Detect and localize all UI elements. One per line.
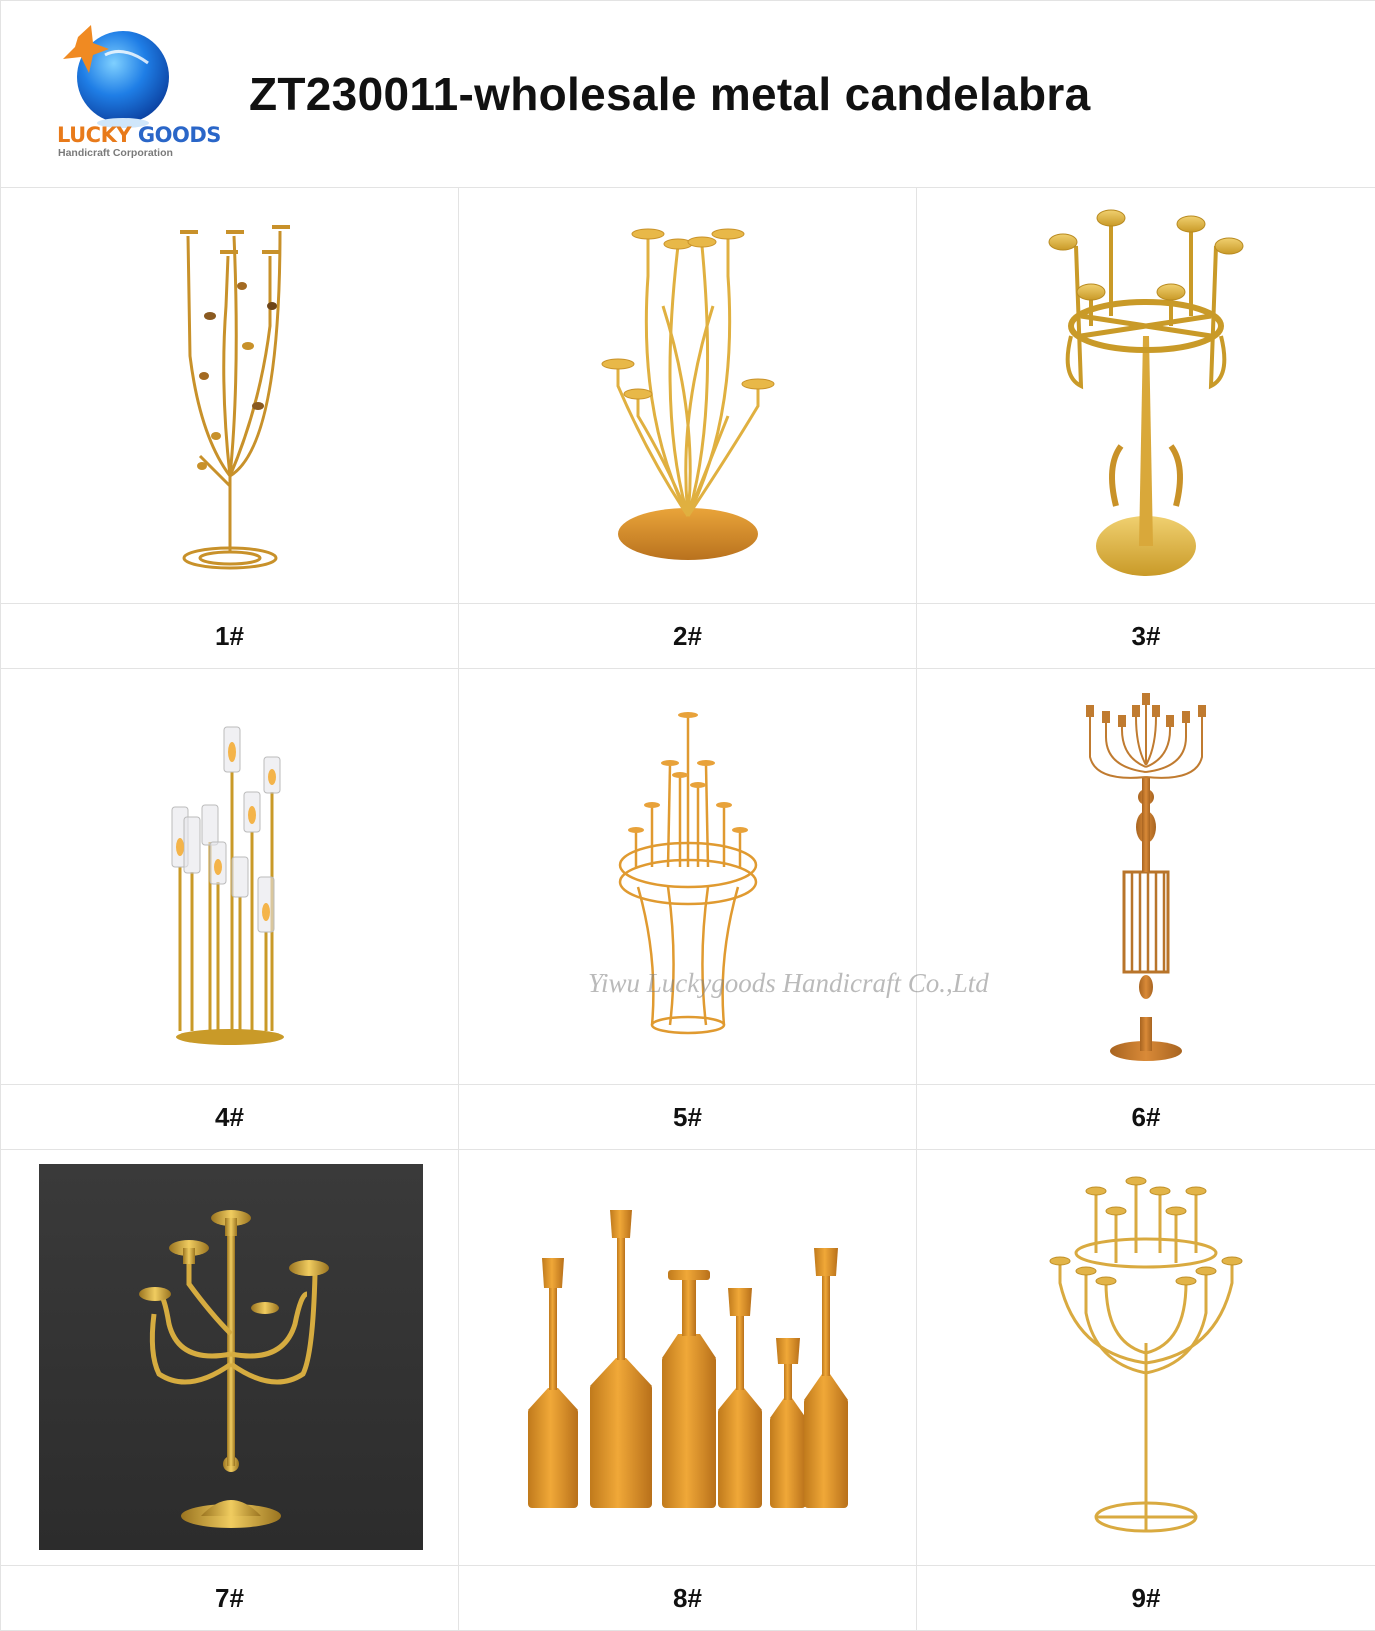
product-label-2: 2# xyxy=(459,604,917,669)
product-image-5 xyxy=(459,669,917,1085)
product-label-8: 8# xyxy=(459,1566,917,1631)
header: LUCKY GOODS Handicraft Corporation ZT230… xyxy=(1,1,1375,188)
product-image-9 xyxy=(917,1150,1375,1566)
glass-tube-candelabra-icon xyxy=(160,697,300,1057)
catalog-sheet: LUCKY GOODS Handicraft Corporation ZT230… xyxy=(0,0,1375,1623)
product-image-7 xyxy=(1,1150,459,1566)
product-image-1 xyxy=(1,188,459,604)
product-image-8 xyxy=(459,1150,917,1566)
logo-brand-text: LUCKY GOODS xyxy=(57,123,221,147)
wire-tier-candelabra-icon xyxy=(608,707,768,1047)
tree-candelabra-icon xyxy=(130,206,330,586)
product-image-2 xyxy=(459,188,917,604)
product-image-4 xyxy=(1,669,459,1085)
product-image-3 xyxy=(917,188,1375,604)
classic-arm-candelabra-icon xyxy=(39,1164,423,1550)
product-label-9: 9# xyxy=(917,1566,1375,1631)
logo-tagline: Handicraft Corporation xyxy=(58,147,173,159)
cup-ring-candelabra-icon xyxy=(1036,1173,1256,1543)
product-grid: LUCKY GOODS Handicraft Corporation ZT230… xyxy=(0,0,1375,1631)
bottle-candlestick-set-icon xyxy=(518,1198,858,1518)
product-label-3: 3# xyxy=(917,604,1375,669)
page-title: ZT230011-wholesale metal candelabra xyxy=(249,67,1090,121)
product-label-6: 6# xyxy=(917,1085,1375,1150)
bamboo-candelabra-icon xyxy=(578,216,798,576)
product-photo-dark-background xyxy=(39,1164,423,1550)
product-label-4: 4# xyxy=(1,1085,459,1150)
product-label-7: 7# xyxy=(1,1566,459,1631)
product-label-1: 1# xyxy=(1,604,459,669)
tall-column-candelabra-icon xyxy=(1076,687,1216,1067)
product-label-5: 5# xyxy=(459,1085,917,1150)
product-image-6 xyxy=(917,669,1375,1085)
ring-candelabra-icon xyxy=(1021,206,1271,586)
